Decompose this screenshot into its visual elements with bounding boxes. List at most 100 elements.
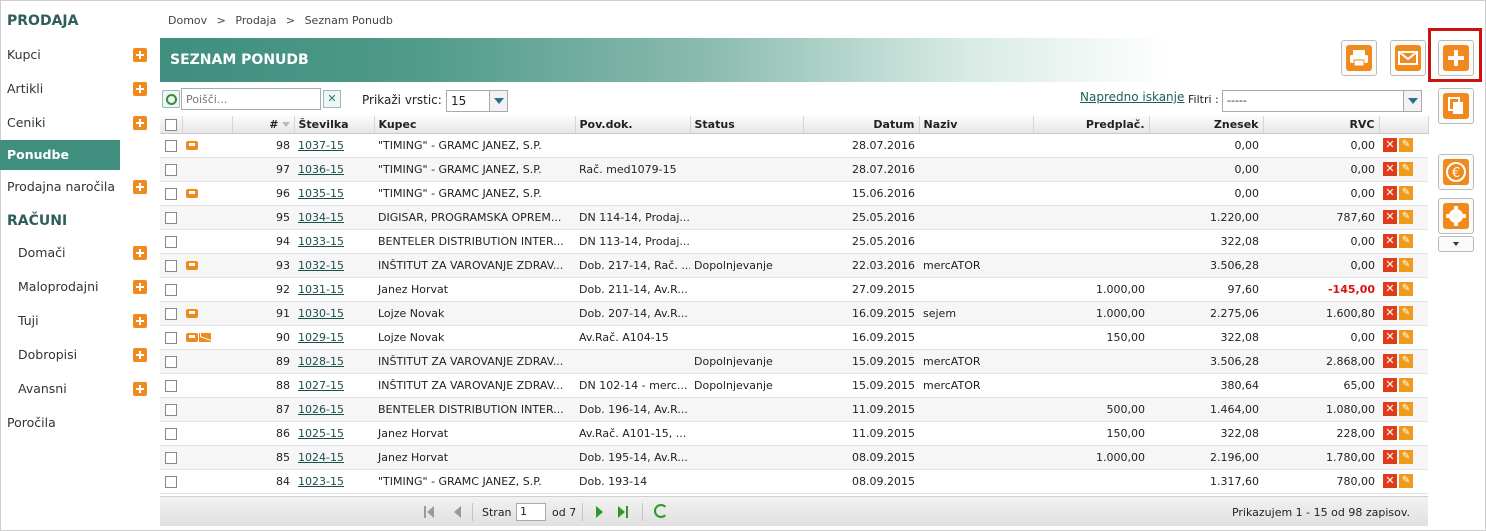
refresh-icon[interactable] [654,504,668,518]
edit-icon[interactable]: ✎ [1399,402,1413,416]
header-znesek[interactable]: Znesek [1149,116,1264,134]
plus-icon[interactable] [133,48,147,62]
row-checkbox[interactable] [165,211,177,224]
table-row[interactable]: 92 1031-15 Janez Horvat Dob. 211-14, Av.R..… [160,277,1428,302]
row-checkbox[interactable] [165,475,177,488]
plus-icon[interactable] [133,180,147,194]
plus-icon[interactable] [133,82,147,96]
print-button[interactable] [1341,40,1377,76]
edit-icon[interactable]: ✎ [1399,186,1413,200]
table-row[interactable]: 91 1030-15 Lojze Novak Dob. 207-14, Av.R...… [160,301,1428,326]
table-row[interactable]: 93 1032-15 INŠTITUT ZA VAROVANJE ZDRAV... D… [160,253,1428,278]
row-checkbox[interactable] [165,427,177,440]
table-row[interactable]: 94 1033-15 BENTELER DISTRIBUTION INTER... D… [160,229,1428,254]
delete-icon[interactable]: ✕ [1383,138,1397,152]
currency-button[interactable]: € [1438,154,1474,190]
select-all-checkbox[interactable] [164,118,177,131]
sidebar-item-kupci[interactable]: Kupci [0,40,150,70]
edit-icon[interactable]: ✎ [1399,450,1413,464]
prev-page-icon[interactable] [452,506,464,518]
table-row[interactable]: 96 1035-15 "TIMING" - GRAMC JANEZ, S.P. 15.… [160,181,1428,206]
row-checkbox[interactable] [165,163,177,176]
edit-icon[interactable]: ✎ [1399,378,1413,392]
edit-icon[interactable]: ✎ [1399,210,1413,224]
sidebar-item-maloprodajni[interactable]: Maloprodajni [0,272,150,302]
clear-search-icon[interactable]: ✕ [323,90,341,108]
edit-icon[interactable]: ✎ [1399,330,1413,344]
offer-number-link[interactable]: 1023-15 [298,475,344,488]
sidebar-item-domaci[interactable]: Domači [0,238,150,268]
printer-icon[interactable] [186,261,198,270]
envelope-icon[interactable] [199,333,211,342]
filter-select[interactable]: ----- [1222,90,1422,112]
delete-icon[interactable]: ✕ [1383,306,1397,320]
row-checkbox[interactable] [165,331,177,344]
search-icon[interactable] [162,90,180,108]
row-checkbox[interactable] [165,283,177,296]
sidebar-item-ceniki[interactable]: Ceniki [0,108,150,138]
offer-number-link[interactable]: 1024-15 [298,451,344,464]
table-row[interactable]: 97 1036-15 "TIMING" - GRAMC JANEZ, S.P. Rač… [160,157,1428,182]
edit-icon[interactable]: ✎ [1399,138,1413,152]
plus-icon[interactable] [133,382,147,396]
delete-icon[interactable]: ✕ [1383,354,1397,368]
edit-icon[interactable]: ✎ [1399,162,1413,176]
email-button[interactable] [1390,40,1426,76]
row-checkbox[interactable] [165,403,177,416]
table-row[interactable]: 85 1024-15 Janez Horvat Dob. 195-14, Av.R..… [160,445,1428,470]
breadcrumb-home[interactable]: Domov [168,14,207,27]
edit-icon[interactable]: ✎ [1399,282,1413,296]
delete-icon[interactable]: ✕ [1383,450,1397,464]
row-checkbox[interactable] [165,379,177,392]
offer-number-link[interactable]: 1035-15 [298,187,344,200]
sidebar-item-artikli[interactable]: Artikli [0,74,150,104]
delete-icon[interactable]: ✕ [1383,330,1397,344]
header-stevilka[interactable]: Številka [294,116,375,134]
settings-dropdown[interactable] [1438,236,1474,252]
delete-icon[interactable]: ✕ [1383,234,1397,248]
header-status[interactable]: Status [690,116,804,134]
header-num[interactable]: # [232,116,295,134]
sidebar-item-avansni[interactable]: Avansni [0,374,150,404]
edit-icon[interactable]: ✎ [1399,306,1413,320]
settings-button[interactable] [1438,198,1474,234]
last-page-icon[interactable] [618,506,630,518]
row-checkbox[interactable] [165,355,177,368]
table-row[interactable]: 87 1026-15 BENTELER DISTRIBUTION INTER... D… [160,397,1428,422]
printer-icon[interactable] [186,189,198,198]
sidebar-item-prodajna-narocila[interactable]: Prodajna naročila [0,172,150,202]
offer-number-link[interactable]: 1033-15 [298,235,344,248]
table-row[interactable]: 95 1034-15 DIGISAR, PROGRAMSKA OPREM... DN … [160,205,1428,230]
next-page-icon[interactable] [594,506,606,518]
offer-number-link[interactable]: 1032-15 [298,259,344,272]
row-checkbox[interactable] [165,139,177,152]
delete-icon[interactable]: ✕ [1383,426,1397,440]
sidebar-item-dobropisi[interactable]: Dobropisi [0,340,150,370]
plus-icon[interactable] [133,314,147,328]
delete-icon[interactable]: ✕ [1383,258,1397,272]
row-checkbox[interactable] [165,187,177,200]
delete-icon[interactable]: ✕ [1383,162,1397,176]
table-row[interactable]: 90 1029-15 Lojze Novak Av.Rač. A104-15 16.09… [160,325,1428,350]
printer-icon[interactable] [186,333,198,342]
header-datum[interactable]: Datum [803,116,920,134]
breadcrumb-prodaja[interactable]: Prodaja [235,14,276,27]
page-input[interactable]: 1 [516,503,546,521]
delete-icon[interactable]: ✕ [1383,210,1397,224]
edit-icon[interactable]: ✎ [1399,474,1413,488]
header-naziv[interactable]: Naziv [919,116,1034,134]
copy-button[interactable] [1438,88,1474,124]
header-povdok[interactable]: Pov.dok. [575,116,691,134]
edit-icon[interactable]: ✎ [1399,354,1413,368]
search-input[interactable] [181,88,321,110]
header-kupec[interactable]: Kupec [374,116,576,134]
header-rvc[interactable]: RVC [1263,116,1380,134]
edit-icon[interactable]: ✎ [1399,426,1413,440]
plus-icon[interactable] [133,348,147,362]
header-predplac[interactable]: Predplač. [1033,116,1150,134]
edit-icon[interactable]: ✎ [1399,234,1413,248]
sidebar-item-tuji[interactable]: Tuji [0,306,150,336]
delete-icon[interactable]: ✕ [1383,186,1397,200]
advanced-search-link[interactable]: Napredno iskanje [1080,90,1184,104]
offer-number-link[interactable]: 1027-15 [298,379,344,392]
